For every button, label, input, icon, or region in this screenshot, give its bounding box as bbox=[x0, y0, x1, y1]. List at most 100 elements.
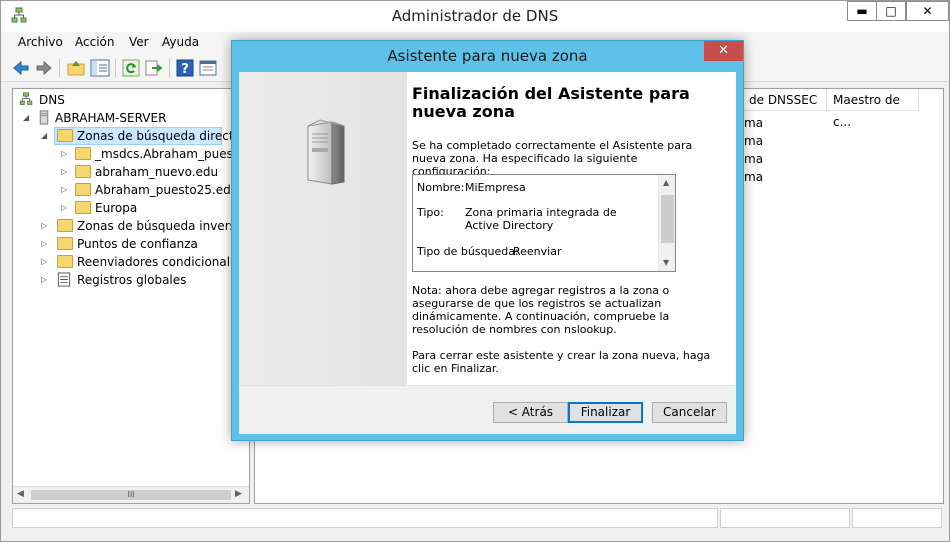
scroll-thumb[interactable] bbox=[661, 195, 674, 243]
tree-label: abraham_nuevo.edu bbox=[95, 165, 219, 179]
tree-node-zone[interactable]: ▷ abraham_nuevo.edu bbox=[61, 163, 249, 181]
collapse-icon[interactable]: ◢ bbox=[41, 127, 51, 145]
expand-icon[interactable]: ▷ bbox=[61, 199, 71, 217]
dialog-body: Finalización del Asistente para nueva zo… bbox=[239, 72, 736, 434]
close-button[interactable]: ✕ bbox=[906, 1, 949, 21]
forward-arrow-icon[interactable] bbox=[34, 58, 54, 78]
tree-node-zone[interactable]: ▷ _msdcs.Abraham_puesto25 bbox=[61, 145, 249, 163]
status-bar bbox=[12, 506, 944, 530]
server-icon bbox=[39, 110, 49, 125]
toolbar-separator bbox=[59, 59, 60, 77]
expand-icon[interactable]: ▷ bbox=[41, 217, 51, 235]
list-cell: ma bbox=[744, 134, 764, 148]
folder-icon bbox=[57, 255, 73, 268]
collapse-icon[interactable]: ◢ bbox=[23, 109, 33, 127]
tree-label: Reenviadores condicionales bbox=[77, 255, 244, 269]
wizard-side-panel bbox=[239, 72, 407, 385]
tree-label: Abraham_puesto25.edu bbox=[95, 183, 239, 197]
folder-icon bbox=[57, 237, 73, 250]
dialog-footer: < Atrás Finalizar Cancelar bbox=[239, 385, 736, 434]
horizontal-scrollbar[interactable]: ◀ III ▶ bbox=[13, 486, 249, 503]
server-tower-icon bbox=[307, 119, 345, 185]
tree-node-reverse-zones[interactable]: ▷ Zonas de búsqueda inversa bbox=[41, 217, 244, 235]
tree-label: Zonas de búsqueda inversa bbox=[77, 219, 244, 233]
list-cell: ma bbox=[744, 152, 764, 166]
scroll-left-icon[interactable]: ◀ bbox=[17, 489, 24, 499]
status-panel bbox=[12, 508, 718, 528]
export-icon[interactable] bbox=[144, 58, 164, 78]
tree-label: Registros globales bbox=[77, 273, 187, 287]
scroll-thumb[interactable]: III bbox=[31, 490, 231, 500]
console-tree: DNS ◢ ABRAHAM-SERVER ◢ Zonas de búsqueda… bbox=[12, 88, 250, 504]
list-cell: ma bbox=[744, 116, 764, 130]
help-icon[interactable]: ? bbox=[175, 58, 195, 78]
tree-node-zone[interactable]: ▷ Abraham_puesto25.edu bbox=[61, 181, 249, 199]
expand-icon[interactable]: ▷ bbox=[61, 181, 71, 199]
back-button[interactable]: < Atrás bbox=[493, 402, 568, 423]
folder-icon bbox=[75, 165, 91, 178]
wizard-note-text: Nota: ahora debe agregar registros a la … bbox=[412, 284, 670, 336]
tree-node-forward-zones[interactable]: ◢ Zonas de búsqueda directa bbox=[41, 127, 241, 145]
tree-node-dns[interactable]: DNS bbox=[19, 91, 219, 109]
back-arrow-icon[interactable] bbox=[11, 58, 31, 78]
column-header-dnssec[interactable]: de DNSSEC bbox=[743, 89, 827, 111]
show-hide-tree-icon[interactable] bbox=[90, 58, 110, 78]
status-panel bbox=[852, 508, 942, 528]
menu-archivo[interactable]: Archivo bbox=[18, 35, 63, 49]
scroll-up-icon[interactable]: ▲ bbox=[663, 178, 669, 187]
tree-label: _msdcs.Abraham_puesto25 bbox=[95, 147, 249, 161]
refresh-icon[interactable] bbox=[121, 58, 141, 78]
properties-icon[interactable] bbox=[198, 58, 218, 78]
folder-icon bbox=[75, 183, 91, 196]
tree-node-global-logs[interactable]: ▷ Registros globales bbox=[41, 271, 241, 289]
cancel-button[interactable]: Cancelar bbox=[652, 402, 727, 423]
minimize-button[interactable]: ▬ bbox=[847, 1, 877, 21]
expand-icon[interactable]: ▷ bbox=[61, 145, 71, 163]
menu-accion[interactable]: Acción bbox=[75, 35, 114, 49]
config-lookup-label: Tipo de búsqueda: bbox=[417, 245, 519, 258]
dialog-title: Asistente para nueva zona bbox=[387, 47, 588, 65]
expand-icon[interactable]: ▷ bbox=[41, 253, 51, 271]
tree-label: ABRAHAM-SERVER bbox=[55, 111, 167, 125]
finish-button[interactable]: Finalizar bbox=[568, 402, 643, 423]
tree-node-trust-points[interactable]: ▷ Puntos de confianza bbox=[41, 235, 241, 253]
toolbar-separator bbox=[169, 59, 170, 77]
expand-icon[interactable]: ▷ bbox=[41, 235, 51, 253]
folder-icon bbox=[57, 219, 73, 232]
toolbar-separator bbox=[115, 59, 116, 77]
expand-icon[interactable]: ▷ bbox=[41, 271, 51, 289]
dialog-close-button[interactable]: ✕ bbox=[704, 41, 743, 61]
tree-label: Europa bbox=[95, 201, 138, 215]
config-name-label: Nombre: bbox=[417, 181, 465, 194]
title-bar: Administrador de DNS ▬ □ ✕ bbox=[1, 1, 949, 32]
tree-label: Zonas de búsqueda directa bbox=[77, 129, 241, 143]
tree-node-server[interactable]: ◢ ABRAHAM-SERVER bbox=[23, 109, 243, 127]
folder-icon bbox=[57, 129, 73, 142]
maximize-button[interactable]: □ bbox=[876, 1, 906, 21]
configuration-summary-box[interactable]: Nombre: MiEmpresa Tipo: Zona primaria in… bbox=[412, 174, 676, 272]
window-title: Administrador de DNS bbox=[391, 7, 559, 25]
wizard-intro-text: Se ha completado correctamente el Asiste… bbox=[412, 139, 693, 178]
tree-node-zone[interactable]: ▷ Europa bbox=[61, 199, 249, 217]
tree-node-conditional-forwarders[interactable]: ▷ Reenviadores condicionales bbox=[41, 253, 244, 271]
up-folder-icon[interactable] bbox=[66, 58, 86, 78]
config-type-label: Tipo: bbox=[417, 206, 444, 219]
column-header-master[interactable]: Maestro de c... bbox=[827, 89, 919, 129]
expand-icon[interactable]: ▷ bbox=[61, 163, 71, 181]
scroll-right-icon[interactable]: ▶ bbox=[235, 489, 242, 499]
tree-label: Puntos de confianza bbox=[77, 237, 198, 251]
config-lookup-value: Reenviar bbox=[513, 245, 562, 258]
config-type-value: Zona primaria integrada de Active Direct… bbox=[465, 206, 617, 232]
tree-label: DNS bbox=[39, 93, 65, 107]
log-icon bbox=[57, 272, 71, 287]
menu-ayuda[interactable]: Ayuda bbox=[162, 35, 199, 49]
folder-icon bbox=[75, 201, 91, 214]
status-panel bbox=[720, 508, 850, 528]
vertical-scrollbar[interactable]: ▲ ▼ bbox=[658, 175, 675, 271]
svg-text:?: ? bbox=[181, 62, 189, 77]
scroll-down-icon[interactable]: ▼ bbox=[663, 258, 669, 267]
new-zone-wizard-dialog: Asistente para nueva zona ✕ Finalización… bbox=[231, 40, 744, 441]
list-cell: ma bbox=[744, 170, 764, 184]
menu-ver[interactable]: Ver bbox=[129, 35, 149, 49]
wizard-closing-text: Para cerrar este asistente y crear la zo… bbox=[412, 349, 711, 375]
